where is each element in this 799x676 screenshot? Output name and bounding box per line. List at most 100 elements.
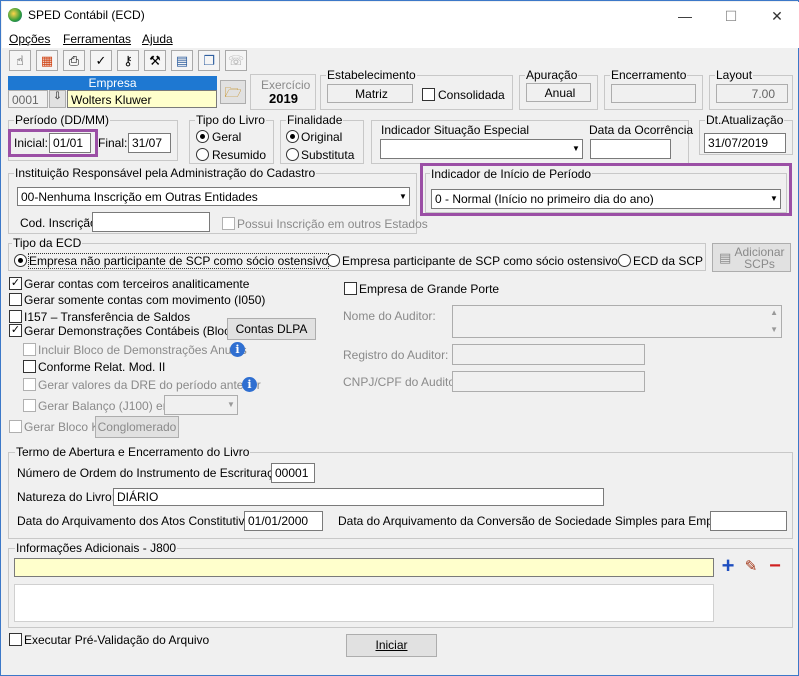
phone-icon: ☏ (227, 53, 245, 68)
menu-ferramentas[interactable]: Ferramentas (63, 30, 131, 48)
copy-button[interactable]: ❐ (198, 50, 220, 71)
termo-label: Termo de Abertura e Encerramento do Livr… (15, 445, 251, 459)
balanco-checkbox[interactable] (23, 399, 36, 412)
estabelecimento-group: Estabelecimento Matriz Consolidada (320, 68, 513, 110)
minimize-button[interactable]: — (663, 5, 707, 27)
incluir-bloco-label: Incluir Bloco de Demonstrações Anuais (38, 343, 247, 357)
apuracao-value[interactable]: Anual (526, 83, 591, 102)
terceiros-checkbox[interactable]: ✓ (9, 277, 22, 290)
valores-dre-checkbox[interactable] (23, 378, 36, 391)
tools-button[interactable]: ⚒ (144, 50, 166, 71)
info-icon[interactable]: i (242, 377, 257, 392)
nome-auditor-input[interactable]: ▲ ▼ (452, 305, 782, 338)
hand-button[interactable]: ☝ (9, 50, 31, 71)
close-button[interactable]: ✕ (755, 5, 799, 27)
incluir-bloco-checkbox[interactable] (23, 343, 36, 356)
chevron-down-icon: ▼ (399, 192, 407, 201)
cnpj-auditor-input[interactable] (452, 371, 645, 392)
i157-label: I157 – Transferência de Saldos (24, 310, 191, 324)
geral-label: Geral (212, 130, 242, 144)
possui-inscricao-checkbox[interactable] (222, 217, 235, 230)
finalidade-label: Finalidade (286, 113, 344, 127)
ecd-opt3-radio[interactable] (618, 254, 631, 267)
exercicio-label: Exercício (261, 78, 311, 92)
adicionar-scps-button[interactable]: ▤ Adicionar SCPs (712, 243, 791, 272)
grande-porte-checkbox[interactable] (344, 282, 357, 295)
resumido-radio[interactable] (196, 148, 209, 161)
main-window: SPED Contábil (ECD) — ☐ ✕ Opções Ferrame… (0, 0, 799, 676)
validate-button[interactable]: ✓ (90, 50, 112, 71)
cod-inscricao-input[interactable] (92, 212, 210, 232)
empresa-name[interactable]: Wolters Kluwer (67, 90, 217, 108)
empresa-header: Empresa (8, 76, 217, 90)
contas-dlpa-button[interactable]: Contas DLPA (227, 318, 316, 340)
tipo-ecd-group: Tipo da ECD Empresa não participante de … (8, 236, 706, 271)
empresa-code[interactable]: 0001 (8, 90, 48, 108)
periodo-label: Período (DD/MM) (14, 113, 111, 127)
edit-info-button[interactable]: ✎ (741, 557, 761, 577)
key-button[interactable]: ⚷ (117, 50, 139, 71)
registro-auditor-input[interactable] (452, 344, 645, 365)
chevron-down-icon: ▼ (227, 400, 235, 409)
ecd-opt1-radio[interactable] (14, 254, 27, 267)
key-icon: ⚷ (123, 53, 133, 68)
arquivamento-input[interactable]: 01/01/2000 (244, 511, 323, 531)
consolidada-label: Consolidada (438, 88, 505, 102)
data-ocorrencia-input[interactable] (590, 139, 671, 159)
movimento-checkbox[interactable] (9, 293, 22, 306)
info-icon[interactable]: i (230, 342, 245, 357)
instituicao-value: 00-Nenhuma Inscrição em Outras Entidades (21, 190, 258, 204)
conforme-checkbox[interactable] (23, 360, 36, 373)
termo-group: Termo de Abertura e Encerramento do Livr… (8, 445, 793, 539)
info-adicionais-list[interactable] (14, 584, 714, 622)
chevron-up-icon: ▲ (770, 308, 778, 317)
demonstracoes-checkbox[interactable]: ✓ (9, 324, 22, 337)
original-radio[interactable] (286, 130, 299, 143)
prevalidacao-label: Executar Pré-Validação do Arquivo (24, 633, 210, 647)
print-button[interactable]: ⎙ (63, 50, 85, 71)
situacao-group: Indicador Situação Especial ▼ Data da Oc… (371, 120, 693, 164)
highlight-inicio-periodo (420, 163, 792, 216)
geral-radio[interactable] (196, 130, 209, 143)
menu-ajuda[interactable]: Ajuda (142, 30, 173, 48)
situacao-select[interactable]: ▼ (380, 139, 583, 159)
balanco-select[interactable]: ▼ (164, 395, 238, 415)
add-info-button[interactable]: + (718, 555, 738, 577)
encerramento-value[interactable] (611, 84, 696, 103)
conglomerado-button[interactable]: Conglomerado (95, 416, 179, 438)
apuracao-label: Apuração (525, 68, 579, 82)
tipo-ecd-label: Tipo da ECD (12, 236, 83, 250)
document-button[interactable]: ▤ (171, 50, 193, 71)
remove-info-button[interactable]: − (765, 556, 785, 577)
atualizacao-input[interactable]: 31/07/2019 (704, 133, 786, 153)
colors-button[interactable]: ▦ (36, 50, 58, 71)
natureza-input[interactable]: DIÁRIO (113, 488, 604, 506)
ordem-input[interactable]: 00001 (271, 463, 315, 483)
cnpj-auditor-label: CNPJ/CPF do Auditor: (343, 375, 463, 389)
conversao-input[interactable] (710, 511, 787, 531)
ecd-opt2-radio[interactable] (327, 254, 340, 267)
bloco-k-checkbox[interactable] (9, 420, 22, 433)
app-icon (8, 8, 22, 22)
consolidada-checkbox[interactable] (422, 88, 435, 101)
plus-icon: + (721, 553, 735, 578)
maximize-button[interactable]: ☐ (709, 5, 753, 27)
hand-icon: ☝ (16, 53, 24, 68)
empresa-lookup-button[interactable]: ⇩ (49, 90, 66, 108)
info-adicionais-input[interactable] (14, 558, 714, 577)
estabelecimento-value[interactable]: Matriz (327, 84, 413, 103)
original-label: Original (301, 130, 343, 144)
iniciar-button[interactable]: Iniciar (346, 634, 437, 657)
instituicao-select[interactable]: 00-Nenhuma Inscrição em Outras Entidades… (17, 187, 410, 206)
open-empresa-button[interactable]: 🗁 (220, 80, 246, 104)
phone-button[interactable]: ☏ (225, 50, 247, 71)
edit-icon: ✎ (744, 558, 758, 575)
prevalidacao-checkbox[interactable] (9, 633, 22, 646)
i157-checkbox[interactable] (9, 310, 22, 323)
menu-ferramentas-label: Ferramentas (63, 32, 132, 46)
demonstracoes-label: Gerar Demonstrações Contábeis (Bloco J) (24, 324, 251, 338)
menu-opcoes[interactable]: Opções (9, 30, 50, 48)
layout-value[interactable]: 7.00 (716, 84, 788, 103)
periodo-final-input[interactable]: 31/07 (128, 133, 171, 153)
substituta-radio[interactable] (286, 148, 299, 161)
